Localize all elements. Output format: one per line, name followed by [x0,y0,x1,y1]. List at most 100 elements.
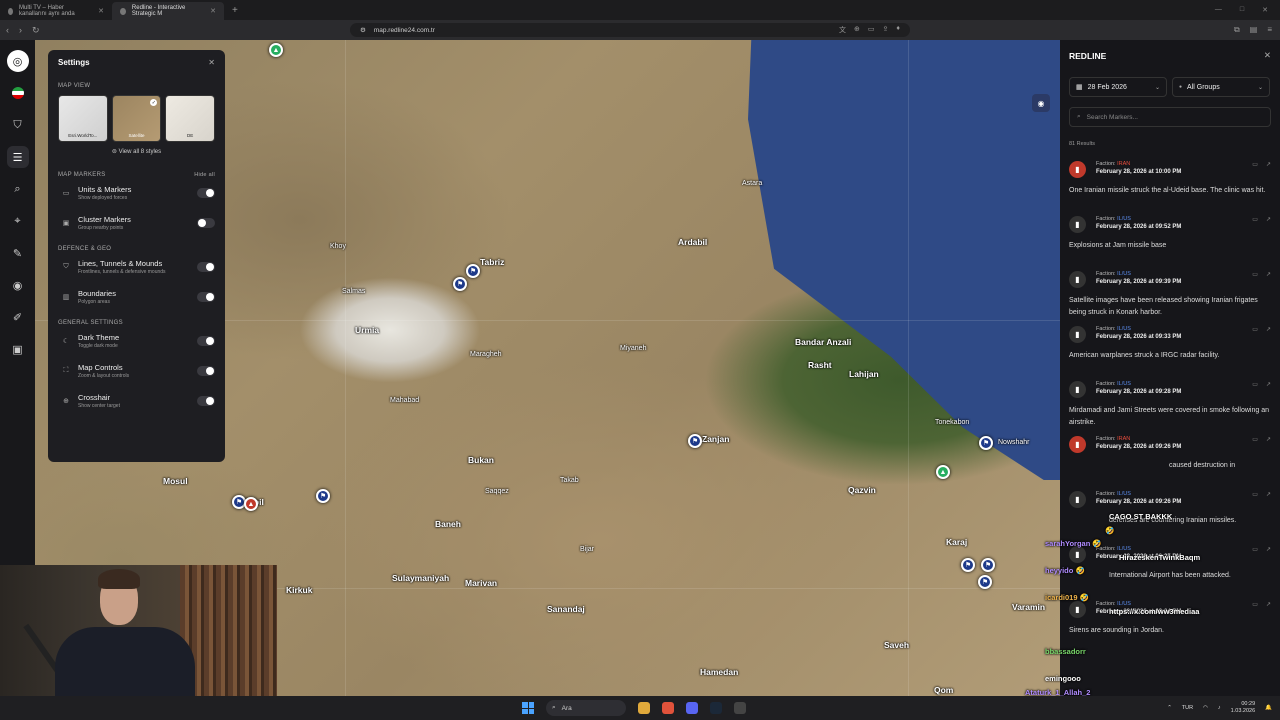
marker-search-input[interactable]: ⌕ Search Markers... [1069,107,1271,127]
locate-icon[interactable]: ▭ [1252,546,1258,553]
translate-icon[interactable]: 文 [839,25,846,35]
close-icon[interactable]: ✕ [1264,50,1271,61]
locate-icon[interactable]: ▭ [1252,271,1258,278]
browser-tab[interactable]: Multi TV – Haber kanallarını aynı anda ✕ [0,2,112,20]
hide-all-button[interactable]: Hide all [194,172,215,178]
toggle-switch[interactable] [197,262,215,272]
lang-indicator[interactable]: TUR [1182,705,1193,711]
shield-icon[interactable]: ⛉ [7,114,29,136]
map-style-card[interactable]: Esri.WorldTo... [58,95,108,142]
event-item[interactable]: ▮ Faction: IL/US February 28, 2026 at 09… [1069,216,1271,271]
shield-icon[interactable]: ♦ [896,25,900,35]
maximize-icon[interactable]: □ [1240,6,1244,14]
external-link-icon[interactable]: ↗ [1266,271,1271,278]
setting-row-crosshair[interactable]: ⊕ Crosshair Show center target [58,386,215,416]
windows-start-icon[interactable] [522,702,534,714]
tab-close-icon[interactable]: ✕ [98,7,104,15]
new-tab-icon[interactable]: + [224,5,246,16]
tray-chevron-icon[interactable]: ⌃ [1167,705,1172,711]
discord-icon[interactable]: ◉ [1032,94,1050,112]
tab-close-icon[interactable]: ✕ [210,7,216,15]
close-icon[interactable]: ✕ [208,58,215,67]
screenshot-icon[interactable]: ▭ [868,25,875,35]
event-item[interactable]: ▮ Faction: IL/US February 28, 2026 at 09… [1069,326,1271,381]
unit-marker[interactable]: ⚑ [978,575,992,589]
toggle-switch[interactable] [197,188,215,198]
locate-icon[interactable]: ▭ [1252,601,1258,608]
share-icon[interactable]: ⇪ [883,25,889,35]
event-item[interactable]: ▮ Faction: IL/US February 28, 2026 at 09… [1069,381,1271,436]
file-explorer-icon[interactable] [638,702,650,714]
external-link-icon[interactable]: ↗ [1266,326,1271,333]
radar-icon[interactable]: ◉ [7,274,29,296]
zoom-icon[interactable]: ⊕ [854,25,860,35]
taskbar-search[interactable]: ⌕ Ara [546,700,626,716]
setting-row-boundaries[interactable]: ▥ Boundaries Polygon areas [58,282,215,312]
minimize-icon[interactable]: — [1215,6,1222,14]
locate-icon[interactable]: ▭ [1252,436,1258,443]
toggle-switch[interactable] [197,336,215,346]
locate-icon[interactable]: ▭ [1252,216,1258,223]
extensions-icon[interactable]: ⧉ [1234,25,1240,35]
steam-icon[interactable] [710,702,722,714]
event-item[interactable]: ▮ Faction: IRAN February 28, 2026 at 09:… [1069,436,1271,491]
group-filter[interactable]: ● All Groups ⌄ [1172,77,1270,97]
locate-icon[interactable]: ▭ [1252,326,1258,333]
clock[interactable]: 00:29 1.03.2026 [1231,701,1255,715]
close-window-icon[interactable]: ✕ [1262,6,1268,14]
brave-browser-icon[interactable] [662,702,674,714]
locate-icon[interactable]: ▭ [1252,161,1258,168]
browser-tab-active[interactable]: Redline - Interactive Strategic M ✕ [112,2,224,20]
toggle-switch[interactable] [197,396,215,406]
locate-icon[interactable]: ▭ [1252,491,1258,498]
unit-marker[interactable]: ⚑ [466,264,480,278]
search-icon[interactable]: ⌕ [7,178,29,200]
external-link-icon[interactable]: ↗ [1266,216,1271,223]
flag-icon[interactable] [7,82,29,104]
external-link-icon[interactable]: ↗ [1266,601,1271,608]
event-item[interactable]: ▮ Faction: IRAN February 28, 2026 at 10:… [1069,161,1271,216]
unit-marker[interactable]: ⚑ [453,277,467,291]
wifi-icon[interactable]: ◠ [1203,705,1208,711]
setting-row-lines[interactable]: ⛉ Lines, Tunnels & Mounds Frontlines, tun… [58,252,215,282]
external-link-icon[interactable]: ↗ [1266,381,1271,388]
base-marker[interactable]: ▲ [936,465,950,479]
date-filter[interactable]: ▦ 28 Feb 2026 ⌄ [1069,77,1167,97]
unit-marker[interactable]: ⚑ [688,434,702,448]
location-pin-icon[interactable]: ⌖ [7,210,29,232]
volume-icon[interactable]: ♪ [1218,705,1221,711]
discord-app-icon[interactable] [686,702,698,714]
external-link-icon[interactable]: ↗ [1266,161,1271,168]
view-all-styles-link[interactable]: ⊜ View all 8 styles [58,148,215,155]
site-info-icon[interactable]: ⚙ [360,26,366,34]
app-logo-icon[interactable]: ◎ [6,50,29,72]
map-style-card-selected[interactable]: ✓ Satellite [111,95,162,142]
camera-icon[interactable]: ▣ [7,338,29,360]
forward-icon[interactable]: › [19,25,22,35]
menu-icon[interactable]: ≡ [1267,25,1272,35]
map-style-card[interactable]: DE [165,95,216,142]
back-icon[interactable]: ‹ [6,25,9,35]
address-bar[interactable]: ⚙ map.redline24.com.tr 文 ⊕ ▭ ⇪ ♦ [350,23,910,37]
obs-icon[interactable] [734,702,746,714]
notification-bell-icon[interactable]: 🔔 [1265,705,1272,711]
external-link-icon[interactable]: ↗ [1266,436,1271,443]
settings-sliders-icon[interactable]: ☰ [6,146,29,168]
ruler-icon[interactable]: ✎ [7,242,29,264]
reload-icon[interactable]: ↻ [32,25,40,36]
setting-row-units[interactable]: ▭ Units & Markers Show deployed forces [58,178,215,208]
toggle-switch[interactable] [197,218,215,228]
setting-row-dark-theme[interactable]: ☾ Dark Theme Toggle dark mode [58,326,215,356]
external-link-icon[interactable]: ↗ [1266,491,1271,498]
external-link-icon[interactable]: ↗ [1266,546,1271,553]
event-item[interactable]: ▮ Faction: IL/US February 28, 2026 at 09… [1069,271,1271,326]
setting-row-cluster[interactable]: ▣ Cluster Markers Group nearby points [58,208,215,238]
unit-marker[interactable]: ⚑ [979,436,993,450]
base-marker[interactable]: ▲ [269,43,283,57]
locate-icon[interactable]: ▭ [1252,381,1258,388]
sidebar-icon[interactable]: ▤ [1250,25,1258,35]
draw-icon[interactable]: ✐ [7,306,29,328]
toggle-switch[interactable] [197,366,215,376]
setting-row-map-controls[interactable]: ⛶ Map Controls Zoom & layout controls [58,356,215,386]
unit-marker[interactable]: ⚑ [316,489,330,503]
